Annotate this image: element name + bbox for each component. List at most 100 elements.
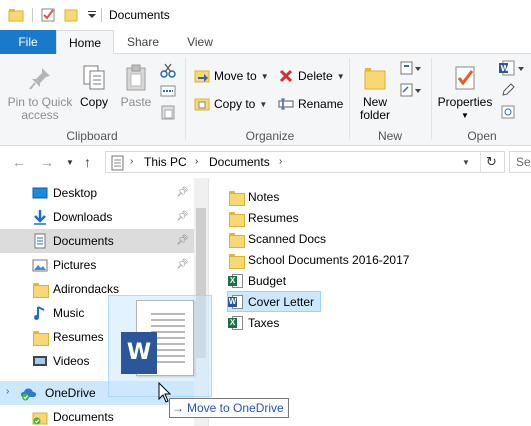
drop-tooltip: → Move to OneDrive xyxy=(169,398,289,418)
nav-item-downloads[interactable]: Downloads 📌︎ xyxy=(0,205,194,229)
address-dropdown-icon[interactable]: ▼ xyxy=(462,158,470,167)
tab-view[interactable]: View xyxy=(172,30,228,54)
move-arrow-icon: → xyxy=(172,401,184,415)
recent-locations-icon[interactable]: ▼ xyxy=(66,158,74,167)
file-item-scanned-docs[interactable]: Scanned Docs xyxy=(228,228,326,249)
nav-item-documents[interactable]: Documents 📌︎ xyxy=(0,229,194,253)
folder-icon xyxy=(228,189,245,206)
history-icon[interactable] xyxy=(500,104,516,123)
copy-to-button[interactable]: Copy to ▼ xyxy=(194,95,267,113)
app-folder-icon xyxy=(8,7,24,23)
file-name: Taxes xyxy=(248,315,280,330)
folder-sync-icon xyxy=(32,409,48,426)
refresh-icon[interactable]: ↻ xyxy=(486,154,497,170)
folder-icon xyxy=(228,210,245,227)
organize-group-label: Organize xyxy=(245,129,295,143)
file-item-notes[interactable]: Notes xyxy=(228,186,279,207)
open-with-word-icon[interactable]: W xyxy=(498,60,526,79)
folder-icon xyxy=(228,231,245,248)
new-folder-quick-icon[interactable] xyxy=(63,7,79,23)
desktop-icon xyxy=(32,185,48,201)
pin-icon[interactable]: 📌︎ xyxy=(176,187,189,198)
file-item-cover-letter[interactable]: W Cover Letter xyxy=(227,291,322,312)
pin-to-quick-access-button[interactable]: Pin to Quick access xyxy=(4,60,76,122)
file-name: Notes xyxy=(248,189,280,204)
tab-file[interactable]: File xyxy=(0,30,56,54)
file-item-school-documents[interactable]: School Documents 2016-2017 xyxy=(228,249,409,270)
paste-icon xyxy=(117,60,155,96)
new-folder-button[interactable]: New folder xyxy=(354,60,396,122)
nav-item-onedrive-documents[interactable]: Documents xyxy=(0,405,194,426)
nav-item-label: OneDrive xyxy=(45,386,96,400)
pin-icon[interactable]: 📌︎ xyxy=(176,235,189,246)
up-arrow-icon[interactable]: ↑ xyxy=(84,154,91,170)
delete-icon xyxy=(278,68,294,84)
downloads-icon xyxy=(32,209,48,225)
this-pc-icon xyxy=(110,155,126,174)
quick-access-separator xyxy=(32,8,33,22)
properties-quick-icon[interactable] xyxy=(40,7,56,23)
cut-icon[interactable] xyxy=(160,62,176,81)
pin-label-line2: access xyxy=(21,108,59,122)
word-file-icon: W xyxy=(228,294,244,310)
delete-button[interactable]: Delete ▼ xyxy=(278,67,345,85)
paste-button[interactable]: Paste xyxy=(117,60,155,109)
properties-icon xyxy=(436,60,494,96)
move-to-label: Move to xyxy=(214,69,257,83)
forward-arrow-icon[interactable]: → xyxy=(40,154,54,170)
move-to-icon xyxy=(194,68,210,84)
folder-icon xyxy=(228,252,245,269)
excel-file-icon: X xyxy=(228,273,244,289)
new-group-label: New xyxy=(377,129,402,143)
tab-share[interactable]: Share xyxy=(114,30,172,54)
nav-item-desktop[interactable]: Desktop 📌︎ xyxy=(0,181,194,205)
pin-icon[interactable]: 📌︎ xyxy=(176,259,189,270)
pin-icon[interactable]: 📌︎ xyxy=(176,211,189,222)
nav-item-label: Documents xyxy=(53,234,114,248)
copy-icon xyxy=(76,60,112,96)
ribbon: Pin to Quick access Copy Paste Clipboard… xyxy=(0,54,531,146)
file-item-resumes[interactable]: Resumes xyxy=(228,207,299,228)
file-item-budget[interactable]: X Budget xyxy=(228,270,286,291)
properties-button[interactable]: Properties ▼ xyxy=(436,60,494,122)
breadcrumb-documents[interactable]: Documents xyxy=(209,155,270,169)
new-item-icon[interactable] xyxy=(400,60,422,79)
nav-item-label: Videos xyxy=(53,354,90,368)
paste-shortcut-icon[interactable] xyxy=(160,104,176,123)
rename-button[interactable]: Rename xyxy=(278,95,343,113)
breadcrumb-chevron-icon[interactable]: › xyxy=(195,156,198,167)
nav-item-label: Pictures xyxy=(53,258,97,272)
ribbon-separator xyxy=(431,58,432,140)
back-arrow-icon[interactable]: ← xyxy=(12,154,26,170)
customize-quick-access-icon[interactable] xyxy=(84,7,100,23)
file-name: School Documents 2016-2017 xyxy=(248,252,410,267)
videos-icon xyxy=(32,353,48,369)
breadcrumb-this-pc[interactable]: This PC xyxy=(144,155,187,169)
breadcrumb-chevron-icon[interactable]: › xyxy=(130,156,133,167)
nav-item-label: Music xyxy=(53,306,85,320)
search-input[interactable]: Se xyxy=(509,151,531,173)
ribbon-tabs: File Home Share View xyxy=(0,30,531,55)
folder-icon xyxy=(32,281,49,298)
open-group-label: Open xyxy=(467,129,497,143)
delete-label: Delete xyxy=(298,69,333,83)
copy-to-dropdown-icon: ▼ xyxy=(259,99,268,109)
copy-path-icon[interactable] xyxy=(160,84,176,101)
copy-button[interactable]: Copy xyxy=(76,60,112,109)
address-bar[interactable]: › This PC › Documents › ▼ ↻ xyxy=(105,151,505,173)
file-item-taxes[interactable]: X Taxes xyxy=(228,312,279,333)
breadcrumb-chevron-icon[interactable]: › xyxy=(279,156,282,167)
move-to-button[interactable]: Move to ▼ xyxy=(194,67,269,85)
properties-dropdown-icon: ▼ xyxy=(461,111,469,120)
nav-item-label: Downloads xyxy=(53,210,113,224)
onedrive-icon xyxy=(20,385,38,404)
pictures-icon xyxy=(32,257,48,273)
edit-icon[interactable] xyxy=(500,82,516,101)
drop-tooltip-text: Move to OneDrive xyxy=(187,401,284,415)
ribbon-separator xyxy=(349,58,350,140)
tab-home[interactable]: Home xyxy=(56,30,114,55)
expand-chevron-icon[interactable]: › xyxy=(6,386,9,397)
easy-access-icon[interactable] xyxy=(400,82,422,101)
move-to-dropdown-icon: ▼ xyxy=(260,71,269,81)
nav-item-pictures[interactable]: Pictures 📌︎ xyxy=(0,253,194,277)
